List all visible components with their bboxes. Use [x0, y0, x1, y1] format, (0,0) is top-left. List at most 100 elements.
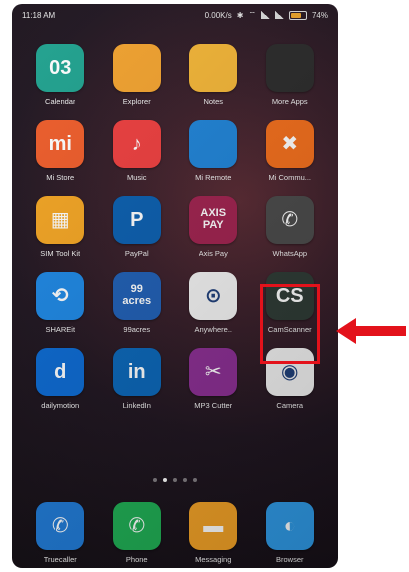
- app-sim-tool-kit[interactable]: ▦ SIM Tool Kit: [22, 196, 99, 258]
- app-paypal[interactable]: P PayPal: [99, 196, 176, 258]
- page-dot[interactable]: [193, 478, 197, 482]
- browser-icon[interactable]: ◐: [265, 502, 314, 550]
- folder-apps-icon[interactable]: [265, 44, 314, 92]
- status-indicators: 0.00K/s ✱ ⌔ 74%: [205, 10, 328, 20]
- page-dot[interactable]: [183, 478, 187, 482]
- music-glyph: ♪: [131, 132, 142, 155]
- app-label: WhatsApp: [272, 249, 308, 258]
- linkedin-icon[interactable]: in: [112, 348, 161, 396]
- app-mi-store[interactable]: mi Mi Store: [22, 120, 99, 182]
- sbi-anywhere-glyph: ⊙: [204, 284, 222, 307]
- wifi-icon: ⌔: [248, 10, 256, 19]
- app-dailymotion[interactable]: d dailymotion: [22, 348, 99, 410]
- mi-community-glyph: ✖: [281, 132, 299, 155]
- app-label: Phone: [125, 555, 148, 564]
- shareit-icon[interactable]: ⟲: [36, 272, 85, 320]
- app-label: PayPal: [124, 249, 149, 258]
- app-label: Notes: [203, 97, 224, 106]
- phone-glyph: ✆: [128, 514, 146, 537]
- dock-app-truecaller[interactable]: ✆ Truecaller: [22, 502, 99, 564]
- dock-app-browser[interactable]: ◐ Browser: [252, 502, 329, 564]
- paypal-icon[interactable]: P: [112, 196, 161, 244]
- truecaller-glyph: ✆: [51, 514, 69, 537]
- app-shareit[interactable]: ⟲ SHAREit: [22, 272, 99, 334]
- bluetooth-icon: ✱: [236, 10, 244, 20]
- app-linkedin[interactable]: in LinkedIn: [99, 348, 176, 410]
- highlight-box: [260, 284, 320, 364]
- calendar-icon[interactable]: 03: [36, 44, 85, 92]
- dock-app-messaging[interactable]: ▬ Messaging: [175, 502, 252, 564]
- app-whatsapp[interactable]: ✆ WhatsApp: [252, 196, 329, 258]
- page-dot[interactable]: [163, 478, 167, 482]
- app-label: Calendar: [45, 97, 76, 106]
- axis-pay-icon[interactable]: AXIS PAY: [189, 196, 238, 244]
- page-dot[interactable]: [153, 478, 157, 482]
- phone-icon[interactable]: ✆: [112, 502, 161, 550]
- sbi-anywhere-icon[interactable]: ⊙: [189, 272, 238, 320]
- status-bar: 11:18 AM 0.00K/s ✱ ⌔ 74%: [12, 4, 338, 26]
- browser-glyph: ◐: [283, 514, 296, 537]
- app-explorer[interactable]: Explorer: [99, 44, 176, 106]
- battery-percent: 74%: [311, 10, 328, 20]
- sim-toolkit-icon[interactable]: ▦: [36, 196, 85, 244]
- dock-app-phone[interactable]: ✆ Phone: [99, 502, 176, 564]
- music-icon[interactable]: ♪: [112, 120, 161, 168]
- mp3-cutter-icon[interactable]: ✂: [189, 348, 238, 396]
- app-label: Camera: [276, 401, 304, 410]
- app-mi-commu[interactable]: ✖ Mi Commu...: [252, 120, 329, 182]
- app-label: SHAREit: [45, 325, 76, 334]
- paypal-glyph: P: [130, 208, 144, 231]
- app-label: Music: [126, 173, 147, 182]
- app-label: dailymotion: [41, 401, 80, 410]
- sim-toolkit-glyph: ▦: [50, 208, 70, 231]
- app-label: Anywhere..: [194, 325, 233, 334]
- signal-icon-2: [274, 11, 284, 19]
- page-dot[interactable]: [173, 478, 177, 482]
- network-speed: 0.00K/s: [204, 10, 232, 20]
- app-mi-remote[interactable]: Mi Remote: [175, 120, 252, 182]
- whatsapp-icon[interactable]: ✆: [265, 196, 314, 244]
- app-axis-pay[interactable]: AXIS PAY Axis Pay: [175, 196, 252, 258]
- app-label: Truecaller: [43, 555, 77, 564]
- folder-icon[interactable]: [112, 44, 161, 92]
- app-label: Messaging: [195, 555, 232, 564]
- app-label: Mi Remote: [195, 173, 232, 182]
- 99acres-icon[interactable]: 99 acres: [112, 272, 161, 320]
- status-time: 11:18 AM: [22, 10, 56, 20]
- mi-store-icon[interactable]: mi: [36, 120, 85, 168]
- battery-icon: [288, 10, 307, 20]
- app-calendar[interactable]: 03 Calendar: [22, 44, 99, 106]
- app-label: MP3 Cutter: [194, 401, 233, 410]
- app-label: Explorer: [122, 97, 151, 106]
- camera-glyph: ◉: [281, 360, 299, 383]
- pointer-arrow-icon: [336, 318, 406, 344]
- shareit-glyph: ⟲: [51, 284, 69, 307]
- mp3-cutter-glyph: ✂: [204, 360, 222, 383]
- app-music[interactable]: ♪ Music: [99, 120, 176, 182]
- 99acres-glyph: 99 acres: [122, 283, 152, 307]
- mi-remote-icon[interactable]: [189, 120, 238, 168]
- app-more-apps[interactable]: More Apps: [252, 44, 329, 106]
- app-label: Mi Commu...: [268, 173, 311, 182]
- truecaller-icon[interactable]: ✆: [36, 502, 85, 550]
- app-label: Browser: [275, 555, 304, 564]
- messaging-icon[interactable]: ▬: [189, 502, 238, 550]
- linkedin-glyph: in: [127, 360, 146, 383]
- calendar-glyph: 03: [49, 56, 72, 79]
- messaging-glyph: ▬: [203, 514, 224, 537]
- signal-icon: [260, 11, 270, 19]
- notes-icon[interactable]: [189, 44, 238, 92]
- mi-community-icon[interactable]: ✖: [265, 120, 314, 168]
- app-mp3-cutter[interactable]: ✂ MP3 Cutter: [175, 348, 252, 410]
- dock: ✆ Truecaller ✆ Phone ▬ Messaging ◐ Browser: [22, 502, 328, 564]
- app-99acres[interactable]: 99 acres 99acres: [99, 272, 176, 334]
- app-label: 99acres: [123, 325, 151, 334]
- app-label: Axis Pay: [198, 249, 228, 258]
- app-anywhere[interactable]: ⊙ Anywhere..: [175, 272, 252, 334]
- mi-store-glyph: mi: [48, 132, 72, 155]
- app-notes[interactable]: Notes: [175, 44, 252, 106]
- app-label: More Apps: [271, 97, 308, 106]
- dailymotion-glyph: d: [54, 360, 67, 383]
- dailymotion-icon[interactable]: d: [36, 348, 85, 396]
- page-indicator: [12, 478, 338, 482]
